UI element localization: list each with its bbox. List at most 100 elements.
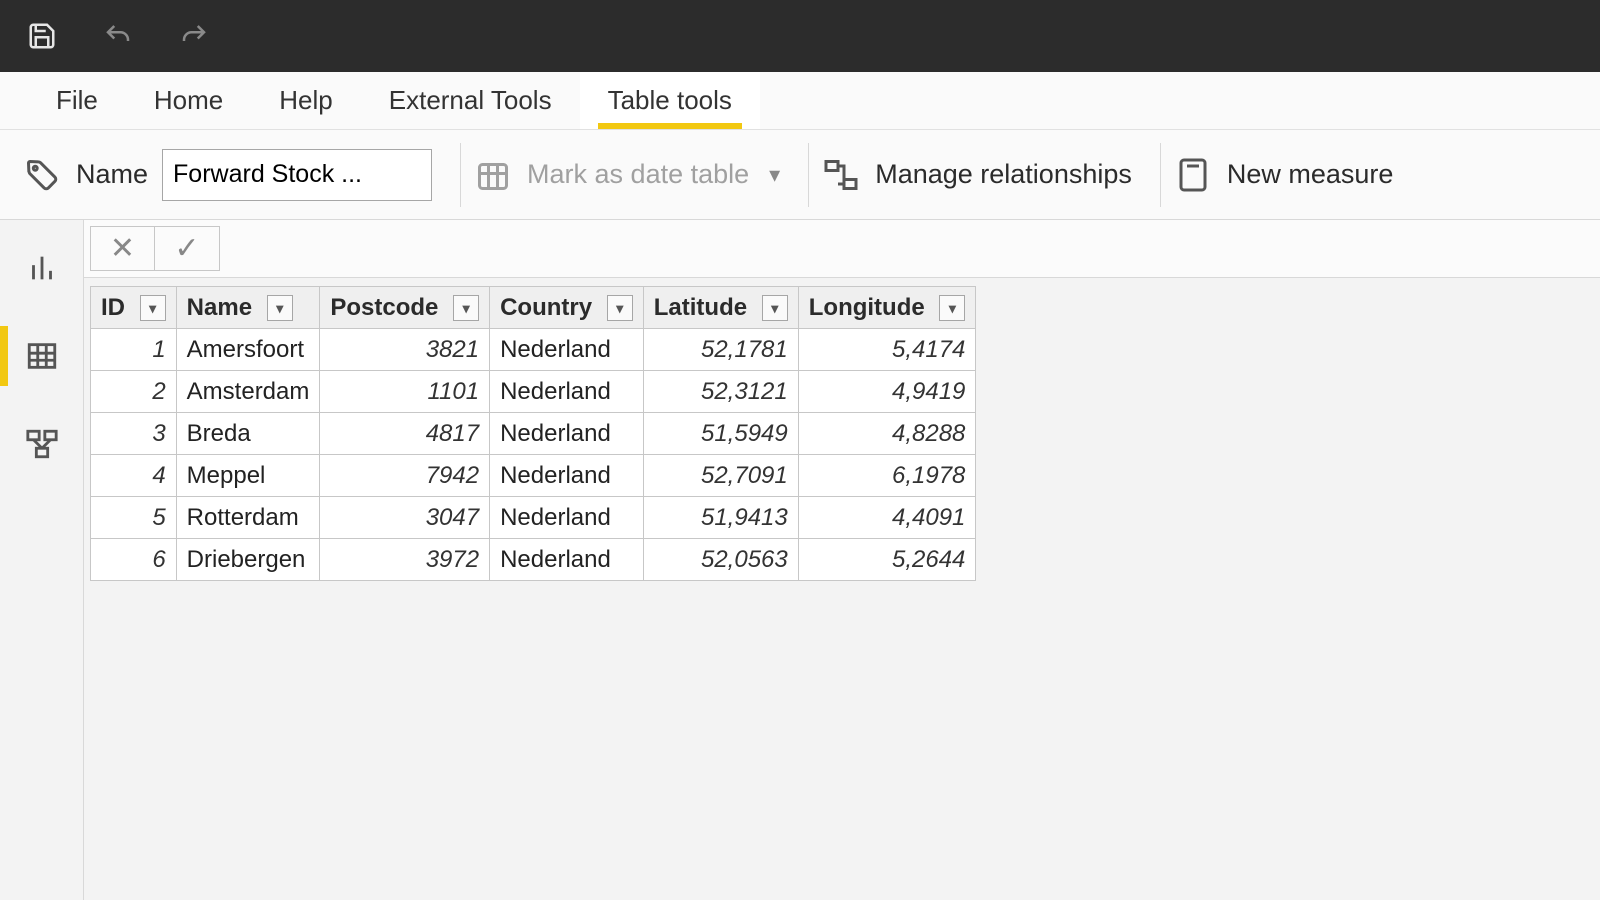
column-header-latitude[interactable]: Latitude ▾	[643, 287, 798, 329]
tool-group-new-measure[interactable]: New measure	[1173, 143, 1422, 207]
table-row[interactable]: 5Rotterdam3047Nederland51,94134,4091	[91, 497, 976, 539]
cell-latitude[interactable]: 52,3121	[643, 371, 798, 413]
ribbon-tabs: File Home Help External Tools Table tool…	[0, 72, 1600, 130]
cell-postcode[interactable]: 3047	[320, 497, 490, 539]
filter-button-country[interactable]: ▾	[607, 295, 633, 321]
column-header-country[interactable]: Country ▾	[490, 287, 644, 329]
cell-longitude[interactable]: 5,2644	[798, 539, 976, 581]
cell-longitude[interactable]: 4,9419	[798, 371, 976, 413]
table-row[interactable]: 4Meppel7942Nederland52,70916,1978	[91, 455, 976, 497]
save-icon	[27, 21, 57, 51]
tag-icon	[22, 155, 62, 195]
cell-id[interactable]: 1	[91, 329, 177, 371]
formula-bar: ✕ ✓	[84, 220, 1600, 278]
column-header-postcode[interactable]: Postcode ▾	[320, 287, 490, 329]
column-header-id[interactable]: ID ▾	[91, 287, 177, 329]
table-row[interactable]: 6Driebergen3972Nederland52,05635,2644	[91, 539, 976, 581]
cell-id[interactable]: 6	[91, 539, 177, 581]
cell-latitude[interactable]: 51,5949	[643, 413, 798, 455]
calculator-icon	[1173, 155, 1213, 195]
new-measure-label: New measure	[1227, 159, 1394, 190]
column-header-longitude[interactable]: Longitude ▾	[798, 287, 976, 329]
view-rail	[0, 220, 84, 900]
tab-help[interactable]: Help	[251, 72, 360, 129]
model-view-button[interactable]	[12, 414, 72, 474]
cell-longitude[interactable]: 4,8288	[798, 413, 976, 455]
formula-input[interactable]	[220, 220, 1600, 277]
cell-id[interactable]: 4	[91, 455, 177, 497]
cell-country[interactable]: Nederland	[490, 455, 644, 497]
column-header-label: Name	[187, 294, 252, 321]
cell-name[interactable]: Rotterdam	[176, 497, 320, 539]
tab-file[interactable]: File	[28, 72, 126, 129]
tool-group-name: Name	[22, 143, 461, 207]
cell-country[interactable]: Nederland	[490, 413, 644, 455]
cell-latitude[interactable]: 52,0563	[643, 539, 798, 581]
cell-postcode[interactable]: 3821	[320, 329, 490, 371]
filter-button-postcode[interactable]: ▾	[453, 295, 479, 321]
data-table: ID ▾ Name ▾ Postcode ▾ Country ▾	[90, 286, 976, 581]
table-row[interactable]: 3Breda4817Nederland51,59494,8288	[91, 413, 976, 455]
chevron-down-icon: ▾	[769, 162, 780, 188]
close-icon: ✕	[110, 231, 135, 266]
table-name-input[interactable]	[162, 149, 432, 201]
table-row[interactable]: 2Amsterdam1101Nederland52,31214,9419	[91, 371, 976, 413]
filter-button-name[interactable]: ▾	[267, 295, 293, 321]
cell-name[interactable]: Breda	[176, 413, 320, 455]
formula-cancel-button[interactable]: ✕	[91, 227, 155, 270]
cell-longitude[interactable]: 6,1978	[798, 455, 976, 497]
mark-date-label: Mark as date table	[527, 159, 749, 190]
check-icon: ✓	[174, 231, 199, 266]
main-area: ✕ ✓ ID ▾ Name ▾ Postcode	[84, 220, 1600, 900]
report-view-icon	[25, 251, 59, 285]
save-button[interactable]	[22, 16, 62, 56]
cell-longitude[interactable]: 5,4174	[798, 329, 976, 371]
cell-latitude[interactable]: 52,7091	[643, 455, 798, 497]
redo-icon	[179, 21, 209, 51]
column-header-label: Country	[500, 294, 592, 321]
cell-postcode[interactable]: 1101	[320, 371, 490, 413]
cell-latitude[interactable]: 52,1781	[643, 329, 798, 371]
cell-id[interactable]: 3	[91, 413, 177, 455]
table-row[interactable]: 1Amersfoort3821Nederland52,17815,4174	[91, 329, 976, 371]
report-view-button[interactable]	[12, 238, 72, 298]
filter-button-longitude[interactable]: ▾	[939, 295, 965, 321]
tab-home[interactable]: Home	[126, 72, 251, 129]
cell-postcode[interactable]: 7942	[320, 455, 490, 497]
column-header-label: ID	[101, 294, 125, 321]
cell-name[interactable]: Meppel	[176, 455, 320, 497]
cell-country[interactable]: Nederland	[490, 539, 644, 581]
filter-button-id[interactable]: ▾	[140, 295, 166, 321]
tool-group-mark-date[interactable]: Mark as date table ▾	[473, 143, 809, 207]
cell-country[interactable]: Nederland	[490, 371, 644, 413]
manage-relationships-label: Manage relationships	[875, 159, 1132, 190]
cell-latitude[interactable]: 51,9413	[643, 497, 798, 539]
tool-group-relationships[interactable]: Manage relationships	[821, 143, 1161, 207]
model-view-icon	[25, 427, 59, 461]
tab-external-tools[interactable]: External Tools	[361, 72, 580, 129]
cell-id[interactable]: 5	[91, 497, 177, 539]
cell-postcode[interactable]: 4817	[320, 413, 490, 455]
formula-commit-button[interactable]: ✓	[155, 227, 219, 270]
filter-button-latitude[interactable]: ▾	[762, 295, 788, 321]
cell-postcode[interactable]: 3972	[320, 539, 490, 581]
column-header-name[interactable]: Name ▾	[176, 287, 320, 329]
cell-id[interactable]: 2	[91, 371, 177, 413]
column-header-label: Latitude	[654, 294, 747, 321]
cell-name[interactable]: Amersfoort	[176, 329, 320, 371]
cell-name[interactable]: Amsterdam	[176, 371, 320, 413]
cell-name[interactable]: Driebergen	[176, 539, 320, 581]
data-view-icon	[25, 339, 59, 373]
ribbon-toolbar: Name Mark as date table ▾ Manage relatio…	[0, 130, 1600, 220]
title-bar	[0, 0, 1600, 72]
tab-table-tools[interactable]: Table tools	[580, 72, 760, 129]
cell-country[interactable]: Nederland	[490, 329, 644, 371]
data-view-button[interactable]	[12, 326, 72, 386]
cell-country[interactable]: Nederland	[490, 497, 644, 539]
cell-longitude[interactable]: 4,4091	[798, 497, 976, 539]
undo-button[interactable]	[98, 16, 138, 56]
column-header-label: Longitude	[809, 294, 925, 321]
relationships-icon	[821, 155, 861, 195]
redo-button[interactable]	[174, 16, 214, 56]
name-label: Name	[76, 159, 148, 190]
